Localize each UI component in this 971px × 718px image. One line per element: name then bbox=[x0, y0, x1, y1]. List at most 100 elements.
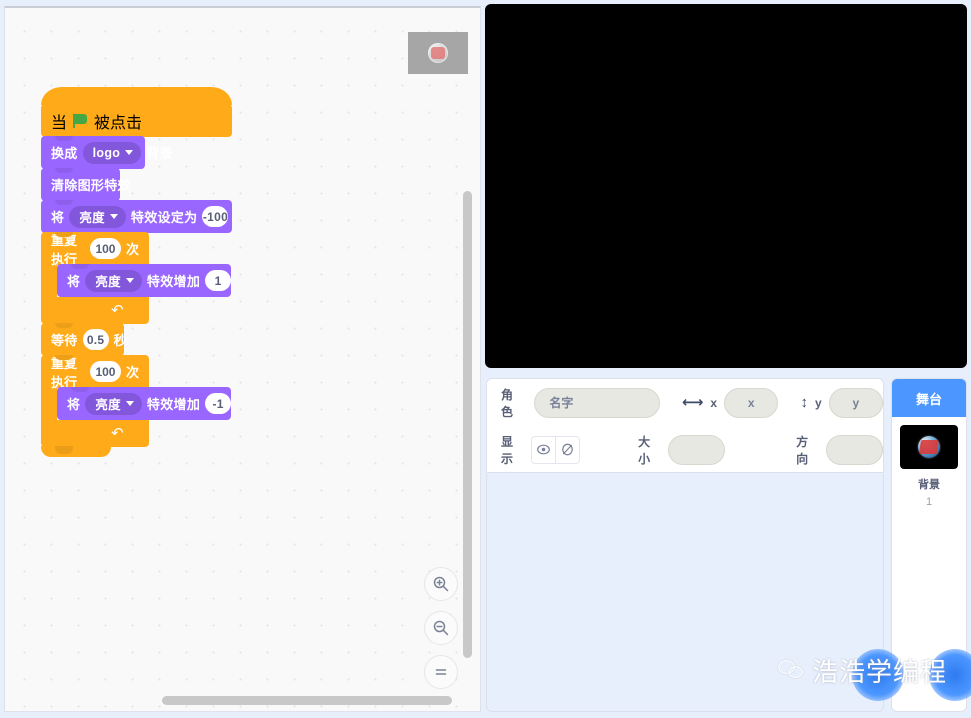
workspace-horizontal-scrollbar[interactable] bbox=[162, 696, 452, 705]
zoom-controls bbox=[424, 567, 458, 689]
backdrop-count: 1 bbox=[925, 496, 933, 508]
repeat-1-prefix: 重复执行 bbox=[51, 232, 78, 267]
repeat-1-suffix: 次 bbox=[125, 242, 139, 257]
repeat-1-inner[interactable]: 将 亮度 特效增加 1 bbox=[57, 264, 232, 297]
block-repeat-1[interactable]: 重复执行 100 次 将 亮度 特效增加 1 ↷ bbox=[41, 232, 232, 324]
set-effect-prefix: 将 bbox=[51, 210, 65, 225]
sprite-y-value: y bbox=[852, 395, 860, 410]
sprite-info-row-1: 角色 名字 ⟷ x x ↕ y y bbox=[487, 379, 883, 426]
sprite-size-input[interactable] bbox=[668, 434, 726, 465]
show-sprite-button[interactable] bbox=[532, 436, 556, 463]
block-repeat-2[interactable]: 重复执行 100 次 将 亮度 特效增加 -1 ↷ bbox=[41, 355, 232, 447]
loop-arrow-icon: ↷ bbox=[111, 425, 124, 442]
direction-label: 方向 bbox=[796, 434, 809, 466]
sprite-y-input[interactable]: y bbox=[828, 387, 883, 418]
set-effect-dropdown-value: 亮度 bbox=[79, 211, 105, 225]
repeat-1-body: 将 亮度 特效增加 1 bbox=[41, 264, 232, 297]
block-when-flag-clicked[interactable]: 当 被点击 bbox=[41, 87, 232, 137]
block-wait[interactable]: 等待 0.5 秒 bbox=[41, 323, 127, 356]
sprite-info-panel: 角色 名字 ⟷ x x ↕ y y 显示 大小 方向 bbox=[486, 378, 884, 473]
set-effect-value-input[interactable]: -100 bbox=[202, 206, 229, 227]
change-effect-2-dropdown[interactable]: 亮度 bbox=[85, 392, 142, 415]
block-set-effect[interactable]: 将 亮度 特效设定为 -100 bbox=[41, 200, 232, 233]
set-effect-dropdown[interactable]: 亮度 bbox=[69, 205, 126, 228]
stage-area bbox=[485, 4, 967, 376]
switch-backdrop-suffix: 背景 bbox=[146, 146, 173, 161]
repeat-2-suffix: 次 bbox=[125, 365, 139, 380]
workspace-vertical-scrollbar[interactable] bbox=[463, 191, 472, 658]
backdrop-thumbnail-watermark bbox=[408, 32, 468, 74]
wait-seconds-input[interactable]: 0.5 bbox=[82, 329, 109, 350]
hat-suffix-label: 被点击 bbox=[94, 114, 143, 132]
wait-prefix: 等待 bbox=[51, 333, 78, 348]
repeat-2-footer: ↷ bbox=[41, 420, 149, 447]
loop-arrow-icon: ↷ bbox=[111, 302, 124, 319]
y-label: y bbox=[814, 395, 822, 410]
backdrop-dropdown-value: logo bbox=[92, 145, 121, 160]
sprite-info-row-2: 显示 大小 方向 bbox=[487, 426, 884, 473]
size-label: 大小 bbox=[638, 434, 651, 466]
sprite-list-pane[interactable] bbox=[486, 474, 884, 712]
chevron-down-icon bbox=[109, 214, 118, 219]
stage-canvas[interactable] bbox=[485, 4, 967, 368]
repeat-2-prefix: 重复执行 bbox=[51, 355, 78, 390]
backdrop-label: 背景 bbox=[918, 479, 940, 491]
change-effect-1-mid: 特效增加 bbox=[146, 274, 201, 289]
change-effect-2-prefix: 将 bbox=[67, 397, 81, 412]
visibility-toggle-group bbox=[531, 435, 581, 464]
zoom-out-button[interactable] bbox=[424, 611, 458, 645]
sprite-name-input[interactable]: 名字 bbox=[534, 387, 660, 418]
stage-thumbnail[interactable] bbox=[900, 425, 958, 469]
green-flag-icon bbox=[73, 113, 88, 128]
wait-suffix: 秒 bbox=[113, 333, 127, 348]
sprite-label: 角色 bbox=[501, 387, 514, 419]
sprite-name-placeholder: 名字 bbox=[549, 396, 574, 410]
set-effect-mid: 特效设定为 bbox=[130, 210, 198, 225]
block-switch-backdrop[interactable]: 换成 logo 背景 bbox=[41, 136, 173, 169]
change-effect-1-prefix: 将 bbox=[67, 274, 81, 289]
change-effect-1-value-input[interactable]: 1 bbox=[205, 270, 232, 291]
repeat-1-count-input[interactable]: 100 bbox=[89, 238, 121, 259]
change-effect-2-value-input[interactable]: -1 bbox=[205, 393, 232, 414]
scratch-editor: 当 被点击 换成 logo 背景 清除图形特效 将 亮度 特效设定为 -100 … bbox=[0, 0, 971, 718]
chevron-down-icon bbox=[125, 401, 134, 406]
change-effect-2-mid: 特效增加 bbox=[146, 397, 201, 412]
backdrop-logo-icon bbox=[428, 43, 448, 63]
block-clear-graphic-effects[interactable]: 清除图形特效 bbox=[41, 168, 131, 201]
sprite-x-value: x bbox=[747, 395, 755, 410]
block-change-effect-1[interactable]: 将 亮度 特效增加 1 bbox=[57, 264, 232, 297]
repeat-2-count-input[interactable]: 100 bbox=[89, 361, 121, 382]
stage-selector-panel[interactable]: 舞台 背景 1 bbox=[891, 378, 967, 712]
script-stack-end bbox=[41, 446, 111, 457]
repeat-1-header[interactable]: 重复执行 100 次 bbox=[41, 232, 149, 267]
clear-effects-label: 清除图形特效 bbox=[51, 178, 131, 193]
block-change-effect-2[interactable]: 将 亮度 特效增加 -1 bbox=[57, 387, 232, 420]
chevron-down-icon bbox=[125, 150, 134, 155]
repeat-2-header[interactable]: 重复执行 100 次 bbox=[41, 355, 149, 390]
switch-backdrop-prefix: 换成 bbox=[51, 146, 78, 161]
horizontal-arrows-icon: ⟷ bbox=[681, 394, 704, 411]
repeat-2-body: 将 亮度 特效增加 -1 bbox=[41, 387, 232, 420]
hide-sprite-button[interactable] bbox=[555, 436, 580, 463]
sprite-direction-input[interactable] bbox=[826, 434, 884, 465]
x-label: x bbox=[710, 395, 718, 410]
script-stack[interactable]: 当 被点击 换成 logo 背景 清除图形特效 将 亮度 特效设定为 -100 … bbox=[41, 87, 232, 457]
backdrop-dropdown[interactable]: logo bbox=[82, 141, 142, 164]
change-effect-1-dropdown-value: 亮度 bbox=[95, 275, 121, 289]
sprite-x-input[interactable]: x bbox=[724, 387, 779, 418]
stage-selector-header[interactable]: 舞台 bbox=[892, 379, 966, 417]
code-workspace[interactable]: 当 被点击 换成 logo 背景 清除图形特效 将 亮度 特效设定为 -100 … bbox=[4, 6, 481, 712]
zoom-reset-button[interactable] bbox=[424, 655, 458, 689]
change-effect-2-dropdown-value: 亮度 bbox=[95, 398, 121, 412]
show-label: 显示 bbox=[501, 434, 514, 466]
repeat-1-footer: ↷ bbox=[41, 297, 149, 324]
repeat-2-arm bbox=[41, 388, 57, 420]
backdrop-logo-icon bbox=[918, 436, 940, 458]
zoom-in-button[interactable] bbox=[424, 567, 458, 601]
hat-curve bbox=[41, 87, 232, 105]
chevron-down-icon bbox=[125, 278, 134, 283]
change-effect-1-dropdown[interactable]: 亮度 bbox=[85, 269, 142, 292]
hat-prefix-label: 当 bbox=[51, 114, 68, 132]
repeat-2-inner[interactable]: 将 亮度 特效增加 -1 bbox=[57, 387, 232, 420]
vertical-arrows-icon: ↕ bbox=[800, 394, 808, 411]
